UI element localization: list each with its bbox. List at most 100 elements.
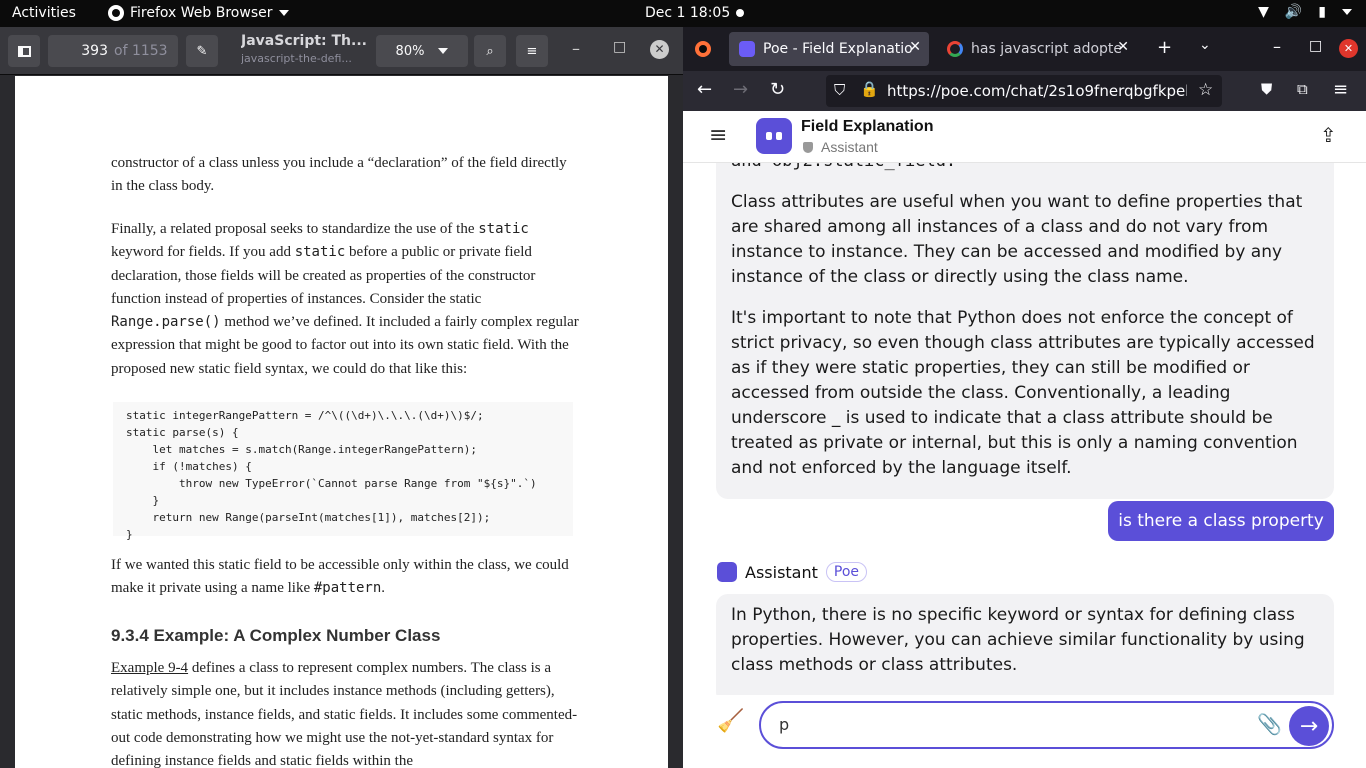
tab-label: has javascript adopted xyxy=(971,41,1121,57)
url-bar[interactable]: ⛉ 🔒 https://poe.com/chat/2s1o9fnerqbgfkp… xyxy=(826,75,1222,107)
close-button[interactable]: ✕ xyxy=(1339,39,1358,58)
message-input-field[interactable]: 📎 xyxy=(759,701,1334,749)
minimize-button[interactable]: – xyxy=(1273,37,1281,56)
page-number-field[interactable]: 393 of 1153 xyxy=(48,35,178,67)
clear-context-broom-icon[interactable]: 🧹 xyxy=(717,709,744,734)
message-paragraph: Class attributes are useful when you wan… xyxy=(731,192,1303,287)
forward-arrow-icon[interactable]: → xyxy=(733,79,748,100)
google-favicon-icon xyxy=(947,41,963,57)
code-line: static integerRangePattern = /^\((\d+)\.… xyxy=(126,409,484,422)
url-text[interactable]: https://poe.com/chat/2s1o9fnerqbgfkpeb1 xyxy=(887,82,1187,100)
shield-icon[interactable]: ⛉ xyxy=(834,81,845,99)
list-tabs-chevron-icon[interactable]: ⌄ xyxy=(1199,37,1211,53)
paragraph-4: Example 9-4 defines a class to represent… xyxy=(111,660,578,768)
paragraph-1: constructor of a class unless you includ… xyxy=(111,155,567,195)
annotate-button[interactable]: ✎ xyxy=(186,35,218,67)
back-arrow-icon[interactable]: ← xyxy=(697,79,712,100)
code-line: return new Range(parseInt(matches[1]), m… xyxy=(126,511,491,524)
hamburger-menu-icon[interactable]: ≡ xyxy=(709,123,727,148)
menu-icon[interactable]: ≡ xyxy=(1333,79,1348,100)
chat-header: ≡ Field Explanation Assistant ⇪ xyxy=(683,111,1366,163)
menu-icon: ≡ xyxy=(526,43,538,59)
close-tab-icon[interactable]: ✕ xyxy=(1117,39,1129,55)
firefox-icon xyxy=(108,5,124,21)
new-tab-button[interactable]: + xyxy=(1157,37,1172,58)
tab-google[interactable]: has javascript adopted ✕ xyxy=(937,32,1137,66)
share-icon[interactable]: ⇪ xyxy=(1320,123,1337,147)
assistant-name: Assistant xyxy=(745,562,818,582)
poe-badge: Poe xyxy=(825,562,868,582)
assistant-avatar xyxy=(717,562,737,582)
tab-poe[interactable]: Poe - Field Explanation ✕ xyxy=(729,32,929,66)
pdf-page: constructor of a class unless you includ… xyxy=(15,76,668,768)
battery-icon: ▮ xyxy=(1318,4,1326,20)
chat-title[interactable]: Field Explanation xyxy=(801,118,933,136)
firefox-view-icon[interactable] xyxy=(695,41,711,57)
chat-subtitle: Assistant xyxy=(821,139,878,155)
bot-avatar[interactable] xyxy=(756,118,792,154)
code-line: if (!matches) { xyxy=(126,460,252,473)
app-menu[interactable]: Firefox Web Browser xyxy=(108,5,289,21)
send-button[interactable]: → xyxy=(1289,706,1329,746)
pen-icon: ✎ xyxy=(196,43,208,59)
maximize-button[interactable]: □ xyxy=(1309,38,1322,54)
page-number-input[interactable]: 393 xyxy=(56,43,108,59)
zoom-value: 80% xyxy=(395,43,425,59)
system-status-area[interactable]: ▼ 🔊 ▮ xyxy=(1258,4,1352,20)
code-line: } xyxy=(126,494,160,507)
code-line: } xyxy=(126,528,133,541)
shield-icon xyxy=(803,142,813,153)
send-arrow-icon: → xyxy=(1299,713,1319,739)
maximize-button[interactable]: □ xyxy=(613,39,626,55)
example-link[interactable]: Example 9-4 xyxy=(111,660,188,676)
assistant-reply: In Python, there is no specific keyword … xyxy=(716,594,1334,695)
section-heading: 9.3.4 Example: A Complex Number Class xyxy=(111,626,441,645)
message-composer: 🧹 📎 → xyxy=(683,695,1366,768)
minimize-button[interactable]: – xyxy=(572,39,580,58)
reload-icon[interactable]: ↻ xyxy=(770,79,785,100)
pdf-viewer-window: 393 of 1153 ✎ JavaScript: Th... javascri… xyxy=(0,27,683,768)
user-message: is there a class property xyxy=(1108,501,1334,541)
code-line: throw new TypeError(`Cannot parse Range … xyxy=(126,477,537,490)
bookmark-star-icon[interactable]: ☆ xyxy=(1198,80,1213,100)
lock-icon[interactable]: 🔒 xyxy=(860,80,879,98)
firefox-window: Poe - Field Explanation ✕ has javascript… xyxy=(683,27,1366,768)
page-total-label: of 1153 xyxy=(114,43,168,59)
find-button[interactable]: ⌕ xyxy=(474,35,506,67)
extensions-icon[interactable]: ⧉ xyxy=(1297,80,1308,98)
volume-icon: 🔊 xyxy=(1284,4,1303,20)
tools-menu-button[interactable]: ≡ xyxy=(516,35,548,67)
chat-messages: and obj2.static_field. Class attributes … xyxy=(683,163,1366,695)
system-top-bar: Activities Firefox Web Browser Dec 1 18:… xyxy=(0,0,1366,27)
clock[interactable]: Dec 1 18:05 xyxy=(645,5,730,21)
pocket-icon[interactable]: ⛊ xyxy=(1261,80,1272,98)
code-line: let matches = s.match(Range.integerRange… xyxy=(126,443,477,456)
chevron-down-icon xyxy=(278,10,289,16)
message-paragraph: It's important to note that Python does … xyxy=(731,308,1315,478)
reply-text: In Python, there is no specific keyword … xyxy=(731,605,1305,675)
activities-button[interactable]: Activities xyxy=(12,5,76,21)
poe-favicon-icon xyxy=(739,41,755,57)
close-button[interactable]: ✕ xyxy=(650,40,669,59)
app-menu-label: Firefox Web Browser xyxy=(130,5,273,21)
tab-bar: Poe - Field Explanation ✕ has javascript… xyxy=(683,27,1366,71)
assistant-header: Assistant Poe xyxy=(717,562,868,582)
message-input[interactable] xyxy=(779,715,1239,734)
zoom-select[interactable]: 80% xyxy=(376,35,468,67)
chevron-down-icon xyxy=(1342,9,1352,15)
close-tab-icon[interactable]: ✕ xyxy=(909,39,921,55)
code-line: static parse(s) { xyxy=(126,426,239,439)
attach-paperclip-icon[interactable]: 📎 xyxy=(1257,712,1282,736)
document-title: JavaScript: Th... xyxy=(241,33,366,49)
navigation-bar: ← → ↻ ⛉ 🔒 https://poe.com/chat/2s1o9fner… xyxy=(683,71,1366,111)
paragraph-3: If we wanted this static field to be acc… xyxy=(111,557,569,597)
document-filename: javascript-the-defi... xyxy=(241,52,352,65)
search-icon: ⌕ xyxy=(486,43,494,59)
notification-dot-icon xyxy=(736,9,744,17)
wifi-icon: ▼ xyxy=(1258,4,1269,20)
assistant-message: and obj2.static_field. Class attributes … xyxy=(716,163,1334,499)
sidebar-toggle-button[interactable] xyxy=(8,35,40,67)
pdf-toolbar: 393 of 1153 ✎ JavaScript: Th... javascri… xyxy=(0,27,683,75)
paragraph-2: Finally, a related proposal seeks to sta… xyxy=(111,221,579,377)
message-fragment: and obj2.static_field. xyxy=(731,163,1319,174)
